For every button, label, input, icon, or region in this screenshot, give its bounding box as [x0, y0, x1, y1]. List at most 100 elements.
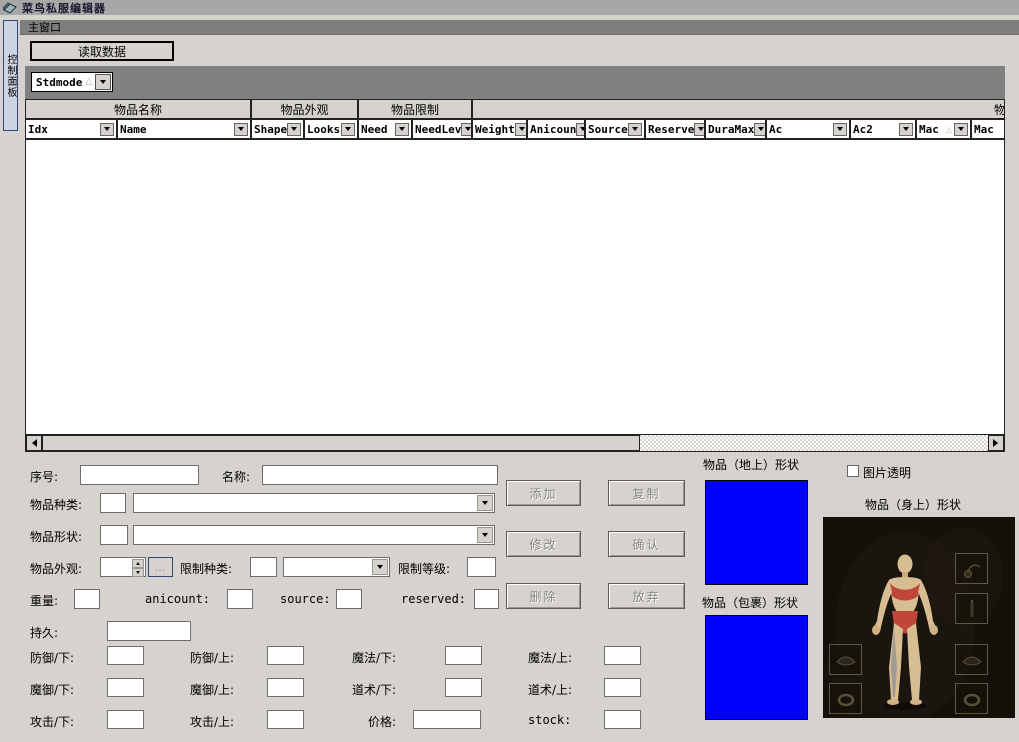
need-type-label: 限制种类:: [180, 560, 232, 577]
grid-horizontal-scrollbar[interactable]: [26, 434, 1004, 451]
item-shape-combobox[interactable]: [133, 525, 495, 545]
need-type-input[interactable]: [250, 557, 277, 577]
dc-high-input[interactable]: [267, 710, 304, 729]
browse-button[interactable]: ...: [148, 557, 173, 577]
load-data-button[interactable]: 读取数据: [30, 41, 174, 61]
spin-up-icon[interactable]: [132, 559, 144, 568]
scroll-left-button[interactable]: [26, 435, 42, 451]
column-header-ac[interactable]: Ac: [767, 120, 851, 138]
column-header-needlev[interactable]: NeedLev: [413, 120, 473, 138]
magic-low-input[interactable]: [445, 646, 482, 665]
source-input[interactable]: [336, 589, 362, 609]
candle-icon: [959, 597, 985, 621]
column-header-idx[interactable]: Idx: [26, 120, 118, 138]
column-header-ac2[interactable]: Ac2: [851, 120, 917, 138]
taoist-low-input[interactable]: [445, 678, 482, 697]
stock-input[interactable]: [604, 710, 641, 729]
filter-dropdown-icon[interactable]: [694, 123, 706, 136]
sort-dropdown-icon[interactable]: [95, 74, 111, 90]
need-type-combobox[interactable]: [283, 557, 390, 577]
filter-dropdown-icon[interactable]: [954, 123, 968, 136]
chevron-down-icon[interactable]: [477, 527, 493, 543]
chevron-down-icon[interactable]: [372, 559, 388, 575]
filter-dropdown-icon[interactable]: [628, 123, 642, 136]
column-header-source[interactable]: Source: [586, 120, 646, 138]
column-header-mac[interactable]: Mac △: [917, 120, 972, 138]
ground-shape-preview: [705, 480, 808, 585]
bracelet-icon: [959, 648, 985, 672]
confirm-button[interactable]: 确认: [608, 531, 685, 557]
filter-dropdown-icon[interactable]: [395, 123, 409, 136]
mac-low-input[interactable]: [107, 678, 144, 697]
mac-low-label: 魔御/下:: [30, 681, 74, 698]
image-transparent-checkbox[interactable]: [847, 465, 859, 477]
discard-button[interactable]: 放弃: [608, 583, 685, 609]
filter-dropdown-icon[interactable]: [461, 123, 473, 136]
scrollbar-track[interactable]: [640, 435, 988, 451]
candle-slot: [955, 593, 988, 624]
magic-high-input[interactable]: [604, 646, 641, 665]
item-shape-label: 物品形状:: [30, 528, 82, 545]
chevron-down-icon[interactable]: [477, 495, 493, 511]
ring-icon: [833, 687, 859, 711]
filter-dropdown-icon[interactable]: [899, 123, 913, 136]
spin-down-icon[interactable]: [132, 568, 144, 577]
filter-dropdown-icon[interactable]: [100, 123, 114, 136]
filter-dropdown-icon[interactable]: [515, 123, 528, 136]
copy-button[interactable]: 复制: [608, 480, 685, 506]
item-type-input[interactable]: [100, 493, 126, 513]
dc-low-input[interactable]: [107, 710, 144, 729]
column-header-anicount[interactable]: Anicoun: [528, 120, 586, 138]
group-header-item-limit: 物品限制: [359, 100, 473, 118]
window-titlebar: 菜鸟私服编辑器: [0, 0, 1019, 15]
weight-input[interactable]: [74, 589, 100, 609]
filter-dropdown-icon[interactable]: [341, 123, 355, 136]
column-header-need[interactable]: Need: [359, 120, 413, 138]
sort-ascending-icon: △: [85, 77, 92, 87]
mac-high-input[interactable]: [267, 678, 304, 697]
image-transparent-label: 图片透明: [863, 464, 911, 481]
sort-ascending-icon: △: [946, 125, 952, 134]
control-panel-tab[interactable]: 控制面板: [3, 20, 18, 131]
grid-body[interactable]: [26, 140, 1004, 434]
filter-dropdown-icon[interactable]: [576, 123, 586, 136]
filter-dropdown-icon[interactable]: [287, 123, 301, 136]
column-header-duramax[interactable]: DuraMax: [706, 120, 767, 138]
anicount-input[interactable]: [227, 589, 253, 609]
necklace-icon: [959, 557, 985, 581]
idx-input[interactable]: [80, 465, 199, 485]
filter-dropdown-icon[interactable]: [833, 123, 847, 136]
taoist-high-label: 道术/上:: [528, 681, 572, 698]
scrollbar-thumb[interactable]: [42, 435, 640, 451]
need-level-input[interactable]: [467, 557, 496, 577]
column-header-reserve[interactable]: Reserve: [646, 120, 706, 138]
column-header-name[interactable]: Name: [118, 120, 252, 138]
app-icon: [3, 2, 17, 14]
column-header-shape[interactable]: Shape: [252, 120, 305, 138]
column-header-weight[interactable]: Weight: [473, 120, 528, 138]
name-input[interactable]: [262, 465, 498, 485]
filter-dropdown-icon[interactable]: [234, 123, 248, 136]
reserved-input[interactable]: [474, 589, 499, 609]
scroll-right-button[interactable]: [988, 435, 1004, 451]
column-header-mac2[interactable]: Mac: [972, 120, 1004, 138]
ac-low-input[interactable]: [107, 646, 144, 665]
durability-input[interactable]: [107, 621, 191, 641]
filter-dropdown-icon[interactable]: [754, 123, 767, 136]
item-type-combobox[interactable]: [133, 493, 495, 513]
right-bracelet-slot: [955, 644, 988, 675]
mac-high-label: 魔御/上:: [190, 681, 234, 698]
column-header-looks[interactable]: Looks: [305, 120, 359, 138]
grid-group-header-row: 物品名称 物品外观 物品限制 物: [26, 100, 1004, 120]
modify-button[interactable]: 修改: [506, 531, 581, 557]
bracelet-icon: [833, 648, 859, 672]
item-shape-input[interactable]: [100, 525, 128, 545]
weight-label: 重量:: [30, 592, 58, 609]
item-looks-spinner[interactable]: [100, 557, 146, 577]
sort-field-box[interactable]: Stdmode △: [31, 72, 113, 92]
price-input[interactable]: [413, 710, 481, 729]
delete-button[interactable]: 删除: [506, 583, 581, 609]
add-button[interactable]: 添加: [506, 480, 581, 506]
ac-high-input[interactable]: [267, 646, 304, 665]
taoist-high-input[interactable]: [604, 678, 641, 697]
